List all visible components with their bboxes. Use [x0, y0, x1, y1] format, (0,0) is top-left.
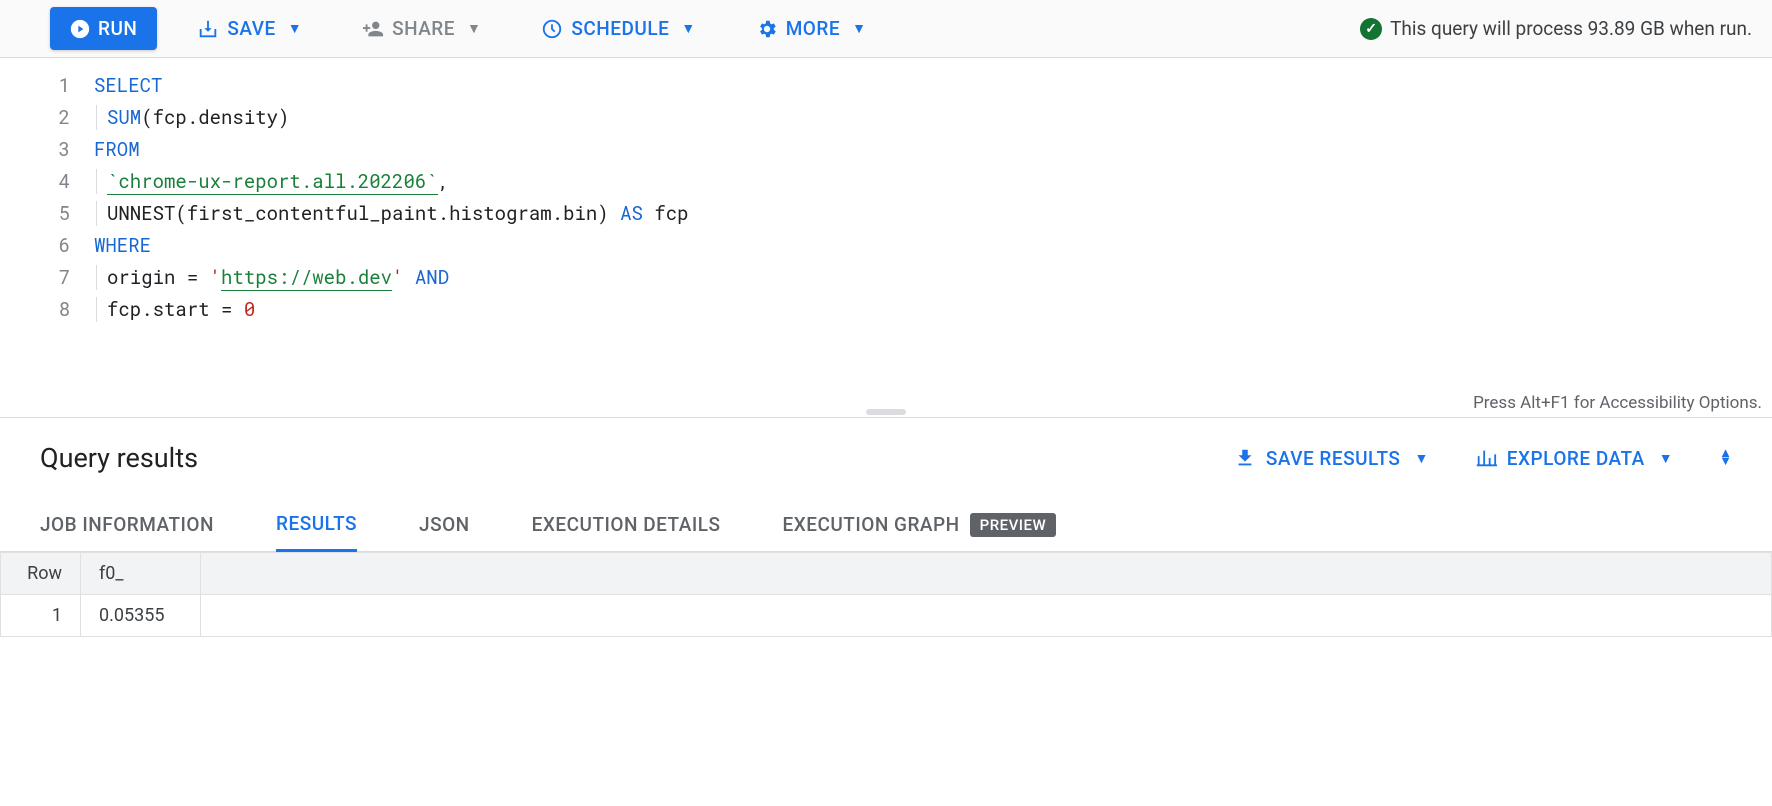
more-label: MORE	[786, 17, 840, 40]
explore-data-label: EXPLORE DATA	[1507, 447, 1645, 470]
line-number: 5	[0, 198, 70, 230]
run-button[interactable]: RUN	[50, 7, 157, 50]
cell-rownum: 1	[1, 595, 81, 637]
results-header: Query results SAVE RESULTS ▼ EXPLORE DAT…	[0, 418, 1772, 498]
gear-icon	[756, 18, 778, 40]
schedule-label: SCHEDULE	[571, 17, 669, 40]
download-icon	[1234, 447, 1256, 469]
save-icon	[197, 18, 219, 40]
query-toolbar: RUN SAVE ▼ SHARE ▼ SCHEDULE ▼ MORE ▼ ✓ T…	[0, 0, 1772, 58]
line-number: 6	[0, 230, 70, 262]
chevron-down-icon: ▼	[1719, 458, 1732, 466]
preview-badge: PREVIEW	[970, 513, 1057, 537]
status-text: This query will process 93.89 GB when ru…	[1390, 17, 1752, 40]
col-f0[interactable]: f0_	[81, 553, 201, 595]
chevron-down-icon: ▼	[1414, 450, 1428, 467]
query-status: ✓ This query will process 93.89 GB when …	[1360, 17, 1752, 40]
chevron-down-icon: ▼	[288, 20, 302, 37]
tab-results[interactable]: RESULTS	[276, 498, 357, 552]
run-label: RUN	[98, 17, 137, 40]
explore-data-button[interactable]: EXPLORE DATA ▼	[1475, 447, 1673, 470]
chevron-down-icon: ▼	[852, 20, 866, 37]
line-gutter: 1 2 3 4 5 6 7 8	[0, 58, 90, 417]
share-label: SHARE	[392, 17, 455, 40]
sql-editor[interactable]: 1 2 3 4 5 6 7 8 SELECT SUM(fcp.density) …	[0, 58, 1772, 418]
line-number: 7	[0, 262, 70, 294]
save-button[interactable]: SAVE ▼	[181, 9, 318, 48]
chart-icon	[1475, 447, 1497, 469]
cell-empty	[201, 595, 1772, 637]
line-number: 8	[0, 294, 70, 326]
save-label: SAVE	[227, 17, 275, 40]
more-button[interactable]: MORE ▼	[740, 9, 883, 48]
person-add-icon	[362, 18, 384, 40]
accessibility-hint: Press Alt+F1 for Accessibility Options.	[1473, 393, 1762, 413]
tab-json[interactable]: JSON	[419, 498, 470, 551]
save-results-label: SAVE RESULTS	[1266, 447, 1401, 470]
expand-collapse-button[interactable]: ▲ ▼	[1719, 450, 1732, 466]
resize-handle[interactable]	[866, 409, 906, 415]
clock-icon	[541, 18, 563, 40]
chevron-down-icon: ▼	[1659, 450, 1673, 467]
tab-job-information[interactable]: JOB INFORMATION	[40, 498, 214, 551]
share-button[interactable]: SHARE ▼	[346, 9, 497, 48]
tab-execution-graph[interactable]: EXECUTION GRAPH PREVIEW	[782, 498, 1056, 551]
col-empty	[201, 553, 1772, 595]
results-table: Row f0_ 1 0.05355	[0, 552, 1772, 637]
chevron-down-icon: ▼	[681, 20, 695, 37]
line-number: 4	[0, 166, 70, 198]
schedule-button[interactable]: SCHEDULE ▼	[525, 9, 711, 48]
table-header-row: Row f0_	[1, 553, 1772, 595]
table-row[interactable]: 1 0.05355	[1, 595, 1772, 637]
col-row[interactable]: Row	[1, 553, 81, 595]
code-area[interactable]: SELECT SUM(fcp.density) FROM `chrome-ux-…	[90, 58, 1772, 417]
line-number: 2	[0, 102, 70, 134]
tab-execution-details[interactable]: EXECUTION DETAILS	[532, 498, 721, 551]
line-number: 3	[0, 134, 70, 166]
cell-f0: 0.05355	[81, 595, 201, 637]
results-title: Query results	[40, 442, 198, 474]
results-tabs: JOB INFORMATION RESULTS JSON EXECUTION D…	[0, 498, 1772, 552]
line-number: 1	[0, 70, 70, 102]
chevron-down-icon: ▼	[467, 20, 481, 37]
check-circle-icon: ✓	[1360, 18, 1382, 40]
play-icon	[70, 19, 90, 39]
save-results-button[interactable]: SAVE RESULTS ▼	[1234, 447, 1429, 470]
